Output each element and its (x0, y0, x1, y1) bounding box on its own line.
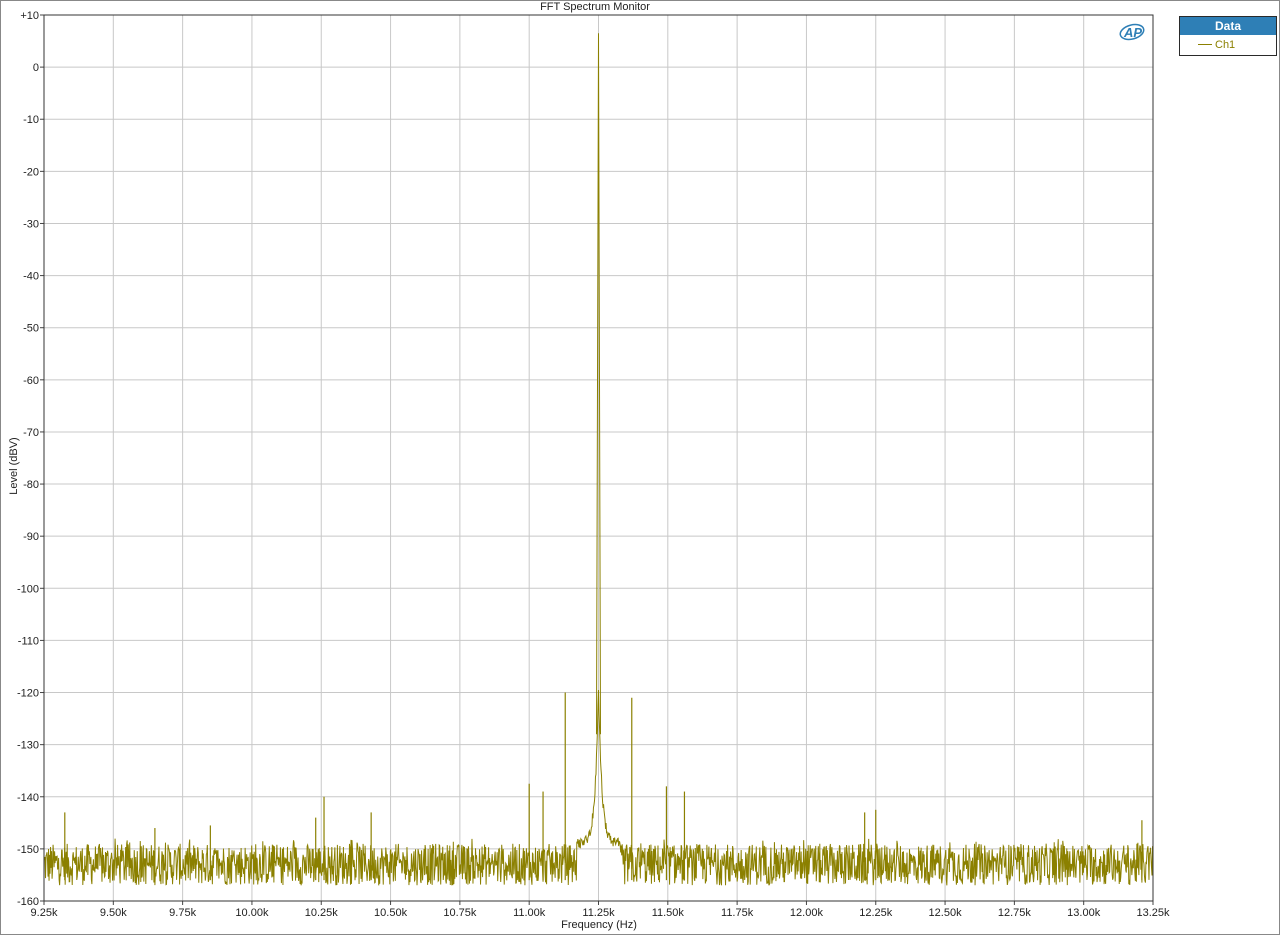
x-tick-label: 11.25k (582, 907, 615, 919)
y-tick-label: -10 (23, 114, 39, 126)
y-tick-label: 0 (33, 62, 39, 74)
legend-line-swatch (1198, 44, 1212, 45)
legend-item-ch1[interactable]: Ch1 (1180, 35, 1276, 54)
x-tick-label: 10.75k (443, 907, 477, 919)
y-tick-label: -30 (23, 218, 39, 230)
chart-svg[interactable]: 9.25k 9.50k 9.75k 10.00k 10.25k 10.50k 10.75k 1… (0, 0, 1280, 935)
x-tick-label: 10.25k (305, 907, 339, 919)
x-tick-label: 10.50k (374, 907, 408, 919)
y-tick-label: -120 (17, 688, 39, 700)
x-tick-label: 11.00k (513, 907, 546, 919)
legend-header: Data (1180, 17, 1276, 35)
fft-chart: FFT Spectrum Monitor 9.25k 9.50k 9.75k 10.0… (0, 0, 1280, 935)
y-tick-label: -70 (23, 427, 39, 439)
x-tick-label: 9.50k (100, 907, 127, 919)
x-tick-label: 9.75k (169, 907, 196, 919)
y-tick-label: -100 (17, 583, 39, 595)
x-tick-label: 12.00k (790, 907, 824, 919)
y-tick-label: -60 (23, 375, 39, 387)
x-tick-label: 11.50k (652, 907, 685, 919)
ap-logo: AP (1119, 23, 1145, 41)
y-tick-label: -140 (17, 792, 39, 804)
x-tick-label: 10.00k (235, 907, 269, 919)
x-tick-label: 9.25k (31, 907, 58, 919)
x-tick-label: 12.25k (859, 907, 893, 919)
x-tick-label: 11.75k (721, 907, 754, 919)
y-tick-label: +10 (20, 10, 39, 22)
legend-item-label: Ch1 (1215, 38, 1236, 51)
x-axis-label: Frequency (Hz) (561, 919, 637, 931)
x-tick-label: 13.00k (1067, 907, 1101, 919)
x-tick-label: 12.75k (998, 907, 1032, 919)
y-axis-label: Level (dBV) (8, 437, 20, 495)
y-tick-label: -90 (23, 531, 39, 543)
y-tick-label: -150 (17, 844, 39, 856)
y-tick-label: -160 (17, 896, 39, 908)
x-tick-label: 12.50k (929, 907, 963, 919)
x-tick-label: 13.25k (1136, 907, 1170, 919)
y-tick-label: -80 (23, 479, 39, 491)
y-tick-label: -110 (18, 635, 39, 647)
y-tick-label: -20 (23, 166, 39, 178)
legend[interactable]: Data Ch1 (1179, 16, 1277, 56)
ap-logo-text: AP (1123, 25, 1142, 40)
y-tick-label: -130 (17, 740, 39, 752)
y-tick-label: -40 (23, 271, 39, 283)
y-tick-label: -50 (23, 323, 39, 335)
